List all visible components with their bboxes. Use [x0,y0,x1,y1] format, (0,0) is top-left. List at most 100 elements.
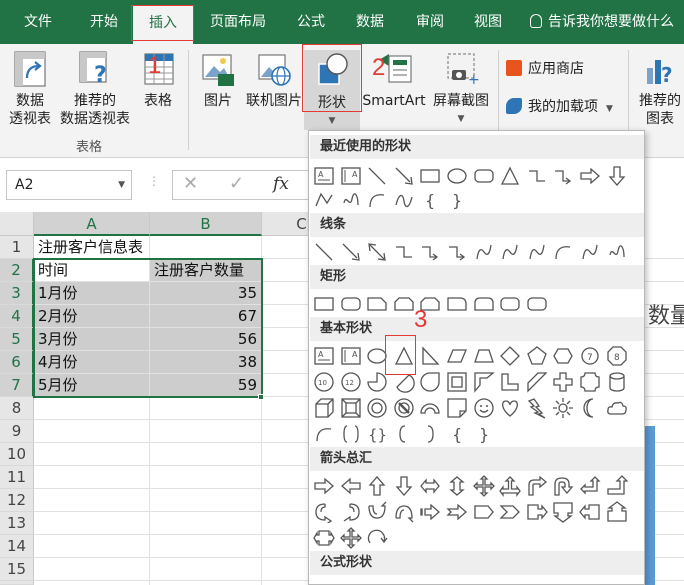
textbox-shape-icon[interactable]: A [313,165,335,187]
pentarrow-shape-icon[interactable] [473,501,495,523]
rect-shape-icon[interactable] [419,165,441,187]
cell-value[interactable]: 67 [150,305,262,328]
cell-b2[interactable]: 注册客户数量 [150,259,262,282]
cell-a1[interactable]: 注册客户信息表 [34,236,150,259]
row-header[interactable]: 12 [0,489,34,512]
lup-shape-icon[interactable] [579,475,601,497]
dodecagon-shape-icon[interactable]: 12 [340,371,362,393]
larrow-shape-icon[interactable] [340,475,362,497]
curvedu-shape-icon[interactable] [366,501,388,523]
rcallout-shape-icon[interactable] [526,501,548,523]
vtextbox-shape-icon[interactable]: A [340,165,362,187]
screenshot-button[interactable]: + 屏幕截图 ▼ [428,50,494,128]
tell-me-search[interactable]: 告诉我你想要做什么 [530,0,674,44]
tab-home[interactable]: 开始 [82,0,126,44]
diagstripe-shape-icon[interactable] [526,371,548,393]
rarrow-shape-icon[interactable] [579,165,601,187]
pictures-button[interactable]: 图片 [196,50,240,110]
column-header-a[interactable]: A [34,212,150,236]
row-header[interactable]: 2 [0,259,34,282]
cell-month[interactable]: 1月份 [34,282,150,305]
can-shape-icon[interactable] [606,371,628,393]
arc-shape-icon[interactable] [313,423,335,445]
lbrace-shape-icon[interactable]: { [419,189,441,211]
app-store-button[interactable]: 应用商店 [506,60,616,78]
rrect-shape-icon[interactable] [340,293,362,315]
row-header[interactable]: 15 [0,558,34,581]
plaque-shape-icon[interactable] [579,371,601,393]
enter-icon[interactable]: ✓ [229,173,244,194]
rrect-shape-icon[interactable] [473,165,495,187]
snip1-shape-icon[interactable] [366,293,388,315]
column-header-b[interactable]: B [150,212,262,236]
tab-review[interactable]: 审阅 [410,0,450,44]
cell-month[interactable]: 5月份 [34,374,150,397]
elbow-shape-icon[interactable] [393,241,415,263]
cell-month[interactable]: 4月份 [34,351,150,374]
octagon-shape-icon[interactable]: 8 [606,345,628,367]
lcallout-shape-icon[interactable] [579,501,601,523]
foldcorner-shape-icon[interactable] [446,397,468,419]
my-addins-button[interactable]: 我的加载项 ▼ [506,98,626,118]
trapezoid-shape-icon[interactable] [473,345,495,367]
teardrop-shape-icon[interactable] [419,371,441,393]
fill-handle[interactable] [258,394,264,400]
cell-value[interactable]: 56 [150,328,262,351]
curve-shape-icon[interactable] [526,241,548,263]
scribble-shape-icon[interactable] [606,241,628,263]
cell-month[interactable]: 3月份 [34,328,150,351]
lbrace-shape-icon[interactable]: { [446,423,468,445]
tab-page-layout[interactable]: 页面布局 [203,0,273,44]
quadarrow-shape-icon[interactable] [472,475,495,497]
lrcallout-shape-icon[interactable] [313,527,335,549]
lshape-shape-icon[interactable] [499,371,521,393]
line-shape-icon[interactable] [313,241,335,263]
darrowline-shape-icon[interactable] [366,241,388,263]
braces-shape-icon[interactable]: {} [366,423,388,445]
curvedl-shape-icon[interactable] [340,501,362,523]
textbox-shape-icon[interactable]: A [313,345,335,367]
ucallout-shape-icon[interactable] [606,501,628,523]
arrowline-shape-icon[interactable] [393,165,415,187]
snip2-shape-icon[interactable] [393,293,415,315]
freeform-shape-icon[interactable] [313,189,335,211]
tab-data[interactable]: 数据 [350,0,390,44]
row-header[interactable]: 5 [0,328,34,351]
round1-shape-icon[interactable] [446,293,468,315]
row-header[interactable]: 8 [0,397,34,420]
lrudarrow-shape-icon[interactable] [499,475,521,497]
cell-month[interactable]: 2月份 [34,305,150,328]
dcallout-shape-icon[interactable] [552,501,574,523]
row-header[interactable]: 3 [0,282,34,305]
smiley-shape-icon[interactable] [473,397,495,419]
notchedr-shape-icon[interactable] [446,501,468,523]
lightning-shape-icon[interactable] [526,397,548,419]
udarrow-shape-icon[interactable] [446,475,468,497]
bentup-shape-icon[interactable] [606,475,629,497]
round2-shape-icon[interactable] [473,293,495,315]
parallelogram-shape-icon[interactable] [446,345,468,367]
row-header[interactable]: 1 [0,236,34,259]
rrect-shape-icon[interactable] [499,293,521,315]
uturn-shape-icon[interactable] [552,475,574,497]
insert-function-button[interactable]: fx [273,174,289,194]
circarrow-shape-icon[interactable] [366,527,388,549]
donut-shape-icon[interactable] [366,397,388,419]
recommended-charts-button[interactable]: ? 推荐的 图表 [634,50,684,128]
ellipse-shape-icon[interactable] [446,165,468,187]
scribble-shape-icon[interactable] [340,189,362,211]
arc-shape-icon[interactable] [552,241,574,263]
diamond-shape-icon[interactable] [499,345,521,367]
row-header[interactable]: 11 [0,466,34,489]
rrect-shape-icon[interactable] [526,293,548,315]
cancel-icon[interactable]: ✕ [183,173,198,194]
moon-shape-icon[interactable] [579,397,601,419]
stripedr-shape-icon[interactable] [419,501,441,523]
lbracket-shape-icon[interactable] [393,423,415,445]
blockarc-shape-icon[interactable] [419,397,441,419]
select-all-corner[interactable] [0,212,34,236]
cell-value[interactable]: 35 [150,282,262,305]
tab-formulas[interactable]: 公式 [291,0,331,44]
pivot-table-button[interactable]: 数据 透视表 [2,50,58,128]
cube-shape-icon[interactable] [313,397,335,419]
